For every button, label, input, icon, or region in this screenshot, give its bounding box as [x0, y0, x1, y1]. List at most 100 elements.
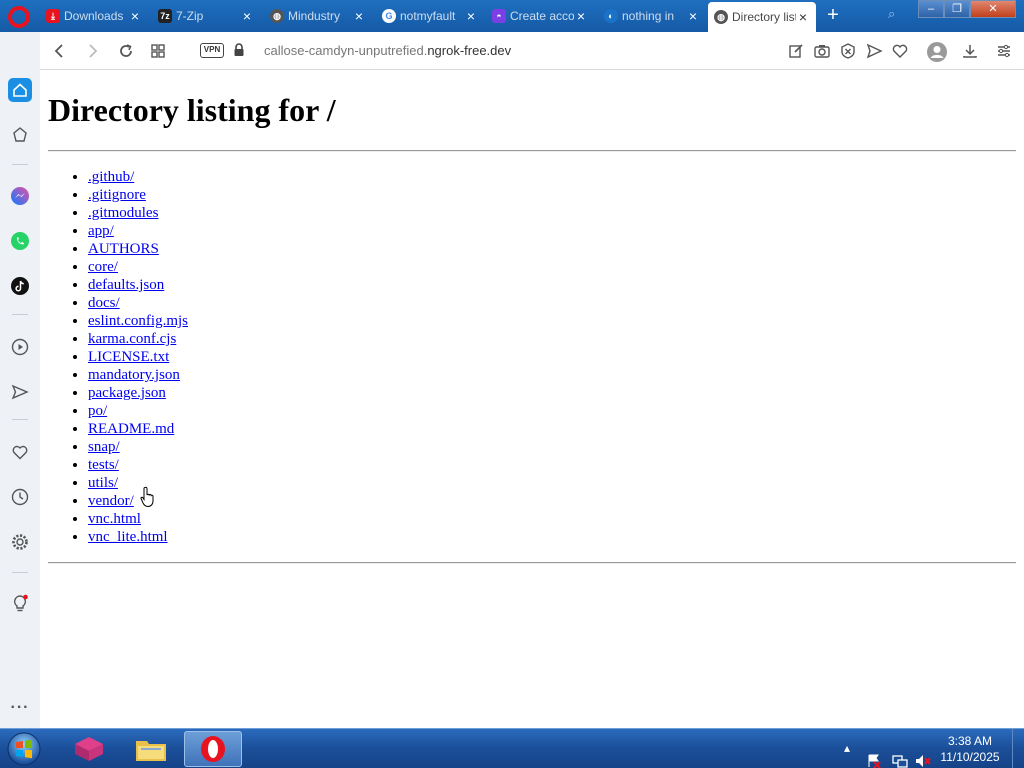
tab-mindustry[interactable]: ◍ Mindustry ×: [264, 4, 372, 28]
list-item: README.md: [88, 420, 188, 438]
list-item: karma.conf.cjs: [88, 330, 188, 348]
list-item: package.json: [88, 384, 188, 402]
file-link[interactable]: snap/: [88, 439, 120, 455]
back-icon[interactable]: [50, 41, 70, 61]
easy-setup-icon[interactable]: [994, 41, 1014, 61]
tab-close-icon[interactable]: ×: [796, 9, 810, 25]
sidebar-item-messenger[interactable]: [8, 184, 32, 208]
sidebar-item-pinboards[interactable]: [8, 440, 32, 464]
file-link[interactable]: mandatory.json: [88, 367, 180, 383]
list-item: tests/: [88, 456, 188, 474]
7zip-icon: 7z: [158, 9, 172, 23]
file-link[interactable]: README.md: [88, 421, 174, 437]
globe-icon: ◍: [714, 10, 728, 24]
close-window-button[interactable]: ✕: [970, 0, 1016, 18]
tab-nothing-in[interactable]: ◐ nothing in ×: [598, 4, 706, 28]
downloads-icon[interactable]: [960, 41, 980, 61]
new-tab-button[interactable]: +: [823, 4, 843, 26]
file-link[interactable]: LICENSE.txt: [88, 349, 169, 365]
sidebar-item-tiktok[interactable]: [8, 274, 32, 298]
globe-icon: ◍: [270, 9, 284, 23]
reload-icon[interactable]: [116, 41, 136, 61]
taskbar-app-opera[interactable]: [184, 731, 242, 767]
list-item: app/: [88, 222, 188, 240]
sidebar-item-tips[interactable]: [8, 592, 32, 616]
forward-icon[interactable]: [82, 41, 102, 61]
file-link[interactable]: .gitignore: [88, 187, 146, 203]
system-clock[interactable]: 3:38 AM 11/10/2025: [930, 733, 1010, 765]
messenger-icon: [11, 187, 29, 205]
tab-directory-listing[interactable]: ◍ Directory listing ×: [708, 2, 816, 32]
file-link[interactable]: docs/: [88, 295, 120, 311]
tab-close-icon[interactable]: ×: [352, 8, 366, 24]
tab-notmyfault[interactable]: G notmyfault ×: [376, 4, 484, 28]
file-link[interactable]: package.json: [88, 385, 166, 401]
tab-create-account[interactable]: ◓ Create account ×: [486, 4, 594, 28]
speed-dial-icon[interactable]: [148, 41, 168, 61]
file-link[interactable]: vnc.html: [88, 511, 141, 527]
ad-block-icon[interactable]: [838, 41, 858, 61]
sidebar-divider: [12, 572, 28, 573]
taskbar-app-explorer[interactable]: [122, 731, 180, 767]
file-link[interactable]: AUTHORS: [88, 241, 159, 257]
window-controls: – ❐ ✕: [918, 0, 1016, 18]
list-item: eslint.config.mjs: [88, 312, 188, 330]
camera-icon[interactable]: [812, 41, 832, 61]
show-hidden-icons-icon[interactable]: ▴: [844, 741, 850, 768]
file-link[interactable]: defaults.json: [88, 277, 164, 293]
edit-icon[interactable]: [786, 41, 806, 61]
network-icon[interactable]: [892, 741, 908, 768]
show-desktop-button[interactable]: [1012, 729, 1024, 768]
tab-search-icon[interactable]: ⌕: [888, 6, 906, 24]
action-center-icon[interactable]: [866, 741, 882, 768]
page-content: Directory listing for / .github/ .gitigno…: [40, 70, 1024, 728]
file-link[interactable]: app/: [88, 223, 114, 239]
file-link[interactable]: karma.conf.cjs: [88, 331, 176, 347]
file-link[interactable]: vnc_lite.html: [88, 529, 168, 545]
file-link[interactable]: core/: [88, 259, 118, 275]
list-item: .github/: [88, 168, 188, 186]
tab-7zip[interactable]: 7z 7-Zip ×: [152, 4, 260, 28]
opera-icon: [201, 736, 225, 762]
tab-close-icon[interactable]: ×: [128, 8, 142, 24]
url-field[interactable]: callose-camdyn-unputrefied.ngrok-free.de…: [264, 43, 511, 58]
tab-close-icon[interactable]: ×: [574, 8, 588, 24]
file-link[interactable]: vendor/: [88, 493, 134, 509]
tab-close-icon[interactable]: ×: [240, 8, 254, 24]
profile-icon[interactable]: [926, 41, 948, 62]
file-link[interactable]: .gitmodules: [88, 205, 158, 221]
tab-title: Mindustry: [288, 9, 341, 23]
file-link[interactable]: eslint.config.mjs: [88, 313, 188, 329]
sidebar-item-flow[interactable]: [8, 380, 32, 404]
sidebar-more-icon[interactable]: ···: [8, 696, 32, 720]
start-button[interactable]: [4, 731, 44, 767]
file-link[interactable]: .github/: [88, 169, 134, 185]
sidebar-item-player[interactable]: [8, 335, 32, 359]
send-icon[interactable]: [864, 41, 884, 61]
sidebar-item-home[interactable]: [8, 78, 32, 102]
file-link[interactable]: po/: [88, 403, 107, 419]
list-item: core/: [88, 258, 188, 276]
file-link[interactable]: utils/: [88, 475, 118, 491]
file-link[interactable]: tests/: [88, 457, 119, 473]
heart-icon[interactable]: [890, 41, 910, 61]
tab-close-icon[interactable]: ×: [464, 8, 478, 24]
list-item: utils/: [88, 474, 188, 492]
sidebar-item-settings[interactable]: [8, 530, 32, 554]
minimize-button[interactable]: –: [918, 0, 944, 18]
taskbar-app-winrar[interactable]: [60, 731, 118, 767]
tab-close-icon[interactable]: ×: [686, 8, 700, 24]
list-item: AUTHORS: [88, 240, 188, 258]
vpn-badge[interactable]: VPN: [200, 43, 224, 58]
lock-icon[interactable]: [233, 42, 245, 58]
tab-title: Downloads: [64, 9, 124, 23]
sidebar-item-bookmarks[interactable]: [8, 123, 32, 147]
opera-menu-icon[interactable]: [8, 6, 30, 28]
whatsapp-icon: [11, 232, 29, 250]
tab-downloads[interactable]: ⤓ Downloads ×: [40, 4, 148, 28]
sidebar-item-whatsapp[interactable]: [8, 229, 32, 253]
list-item: vnc.html: [88, 510, 188, 528]
address-bar: VPN callose-camdyn-unputrefied.ngrok-fre…: [40, 32, 1024, 70]
maximize-button[interactable]: ❐: [944, 0, 970, 18]
sidebar-item-history[interactable]: [8, 485, 32, 509]
